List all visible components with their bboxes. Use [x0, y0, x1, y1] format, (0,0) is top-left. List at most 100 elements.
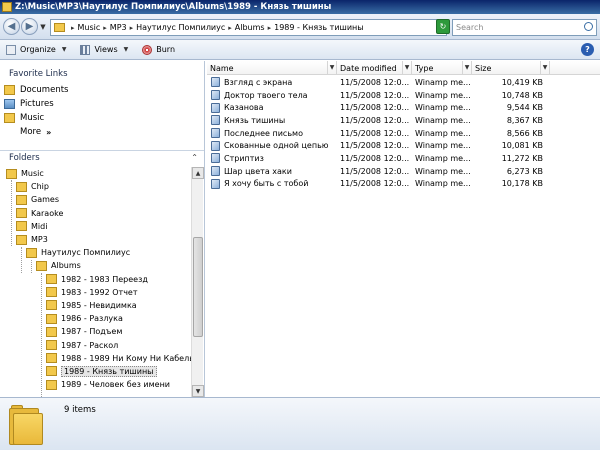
- refresh-button[interactable]: ↻: [436, 19, 450, 34]
- folder-tree-label: 1987 - Подъем: [61, 327, 123, 337]
- large-folder-icon: [9, 403, 43, 445]
- breadcrumb-chevron-icon[interactable]: ▸: [71, 24, 75, 32]
- folder-tree-item[interactable]: 1989 - Князь тишины: [0, 365, 191, 378]
- back-button[interactable]: ◀: [3, 18, 20, 35]
- column-header-name[interactable]: Name ▼: [207, 61, 337, 75]
- music-folder-icon: [4, 113, 15, 123]
- breadcrumb-current[interactable]: 1989 - Князь тишины: [274, 23, 364, 32]
- folder-tree-item[interactable]: MP3: [0, 233, 191, 246]
- folder-tree-item[interactable]: Music: [0, 167, 191, 180]
- file-row[interactable]: Скованные одной цепью 11/5/2008 12:0... Wi…: [207, 139, 600, 152]
- folder-tree-item[interactable]: Наутилус Помпилиус: [0, 246, 191, 259]
- title-bar[interactable]: Z:\Music\MP3\Наутилус Помпилиус\Albums\1…: [0, 0, 600, 14]
- column-filter-dropdown-icon[interactable]: ▼: [402, 61, 411, 74]
- file-row[interactable]: Казанова 11/5/2008 12:0... Winamp me... 9,5…: [207, 101, 600, 114]
- search-input[interactable]: Search: [452, 19, 597, 36]
- folders-header[interactable]: Folders ⌃: [0, 150, 204, 165]
- search-placeholder: Search: [456, 23, 484, 32]
- help-icon[interactable]: ?: [581, 43, 594, 56]
- tree-guide-line: [41, 273, 42, 397]
- file-size-cell: 10,748 KB: [501, 90, 543, 100]
- scroll-down-arrow[interactable]: ▼: [192, 385, 204, 397]
- column-filter-dropdown-icon[interactable]: ▼: [327, 61, 336, 74]
- column-header-size[interactable]: Size ▼: [472, 61, 550, 75]
- column-filter-dropdown-icon[interactable]: ▼: [462, 61, 471, 74]
- column-header-date[interactable]: Date modified ▼: [337, 61, 412, 75]
- file-size-cell: 10,178 KB: [501, 179, 543, 189]
- folder-tree-label: 1987 - Раскол: [61, 340, 119, 350]
- favorite-link-documents[interactable]: Documents: [4, 83, 68, 97]
- favorite-link-label: Music: [20, 113, 45, 123]
- file-name: Скованные одной цепью: [224, 141, 329, 151]
- file-row[interactable]: Я хочу быть с тобой 11/5/2008 12:0... Wina…: [207, 178, 600, 191]
- more-label: More: [20, 127, 42, 137]
- folder-tree-item[interactable]: Chip: [0, 180, 191, 193]
- recent-pages-dropdown[interactable]: ▼: [38, 18, 48, 35]
- column-filter-dropdown-icon[interactable]: ▼: [540, 61, 549, 74]
- breadcrumb-chevron-icon[interactable]: ▸: [268, 24, 272, 32]
- folder-tree-label: 1989 - Человек без имени: [61, 380, 170, 390]
- file-rows: Взгляд с экрана 11/5/2008 12:0... Winamp m…: [207, 76, 600, 190]
- folder-tree-item[interactable]: 1985 - Невидимка: [0, 299, 191, 312]
- folder-icon: [46, 353, 57, 364]
- file-name-cell: Скованные одной цепью: [207, 140, 337, 151]
- breadcrumb-mp3[interactable]: MP3: [110, 23, 127, 32]
- folder-tree-item[interactable]: Karaoke: [0, 207, 191, 220]
- favorite-link-music[interactable]: Music: [4, 111, 68, 125]
- scroll-up-arrow[interactable]: ▲: [192, 167, 204, 179]
- file-row[interactable]: Доктор твоего тела 11/5/2008 12:0... Winam…: [207, 89, 600, 102]
- folder-tree-item[interactable]: 1989 - Человек без имени: [0, 378, 191, 391]
- favorite-link-pictures[interactable]: Pictures: [4, 97, 68, 111]
- file-row[interactable]: Последнее письмо 11/5/2008 12:0... Winamp …: [207, 127, 600, 140]
- folder-tree-item[interactable]: Albums: [0, 259, 191, 272]
- scroll-thumb[interactable]: [193, 237, 203, 337]
- breadcrumb-albums[interactable]: Albums: [235, 23, 265, 32]
- file-name-cell: Шар цвета хаки: [207, 166, 337, 177]
- folders-label: Folders: [9, 153, 40, 163]
- column-header-label: Name: [210, 63, 234, 73]
- folder-tree-item[interactable]: 1983 - 1992 Отчет: [0, 286, 191, 299]
- file-name: Последнее письмо: [224, 128, 303, 138]
- file-date-cell: 11/5/2008 12:0...: [340, 128, 410, 138]
- folder-icon: [6, 168, 17, 179]
- folder-tree-scrollbar[interactable]: ▲ ▼: [191, 167, 204, 397]
- winamp-media-file-icon: [211, 178, 220, 189]
- burn-button[interactable]: Burn: [142, 44, 175, 55]
- address-bar[interactable]: ▸ Music ▸ MP3 ▸ Наутилус Помпилиус ▸ Albums …: [50, 19, 447, 36]
- folder-tree-label: Chip: [31, 182, 49, 192]
- documents-icon: [4, 85, 15, 95]
- column-header-type[interactable]: Type ▼: [412, 61, 472, 75]
- views-button[interactable]: Views ▼: [80, 44, 128, 55]
- search-icon[interactable]: [584, 22, 593, 31]
- more-links-button[interactable]: More »: [4, 125, 68, 139]
- organize-button[interactable]: Organize ▼: [6, 44, 66, 55]
- breadcrumb-chevron-icon[interactable]: ▸: [130, 24, 134, 32]
- file-type-cell: Winamp me...: [415, 153, 471, 163]
- folder-icon: [46, 287, 57, 298]
- file-row[interactable]: Шар цвета хаки 11/5/2008 12:0... Winamp me…: [207, 165, 600, 178]
- breadcrumb-chevron-icon[interactable]: ▸: [228, 24, 232, 32]
- file-row[interactable]: Стриптиз 11/5/2008 12:0... Winamp me... 11,…: [207, 152, 600, 165]
- views-icon: [80, 44, 91, 55]
- forward-button[interactable]: ▶: [21, 18, 38, 35]
- file-name-cell: Последнее письмо: [207, 128, 337, 139]
- folder-tree-item[interactable]: Midi: [0, 220, 191, 233]
- folder-tree-item[interactable]: 1982 - 1983 Переезд: [0, 273, 191, 286]
- address-row: ◀ ▶ ▼ ▸ Music ▸ MP3 ▸ Наутилус Помпилиус ▸ A…: [0, 14, 600, 40]
- file-row[interactable]: Князь тишины 11/5/2008 12:0... Winamp me..…: [207, 114, 600, 127]
- folder-tree-item[interactable]: 1987 - Раскол: [0, 338, 191, 351]
- column-header-label: Size: [475, 63, 492, 73]
- folder-tree-label: 1989 - Князь тишины: [61, 365, 157, 377]
- folder-tree-item[interactable]: 1988 - 1989 Ни Кому Ни Кабельность: [0, 352, 191, 365]
- folder-tree-item[interactable]: Games: [0, 193, 191, 206]
- breadcrumb-chevron-icon[interactable]: ▸: [103, 24, 107, 32]
- folder-tree-item[interactable]: 1986 - Разлука: [0, 312, 191, 325]
- breadcrumb-artist[interactable]: Наутилус Помпилиус: [136, 23, 225, 32]
- collapse-chevron-icon[interactable]: ⌃: [191, 153, 198, 162]
- tree-guide-line: [31, 260, 32, 273]
- file-type-cell: Winamp me...: [415, 115, 471, 125]
- folder-tree-item[interactable]: 1987 - Подъем: [0, 325, 191, 338]
- file-row[interactable]: Взгляд с экрана 11/5/2008 12:0... Winamp m…: [207, 76, 600, 89]
- breadcrumb-music[interactable]: Music: [78, 23, 101, 32]
- item-count: 9 items: [64, 405, 96, 415]
